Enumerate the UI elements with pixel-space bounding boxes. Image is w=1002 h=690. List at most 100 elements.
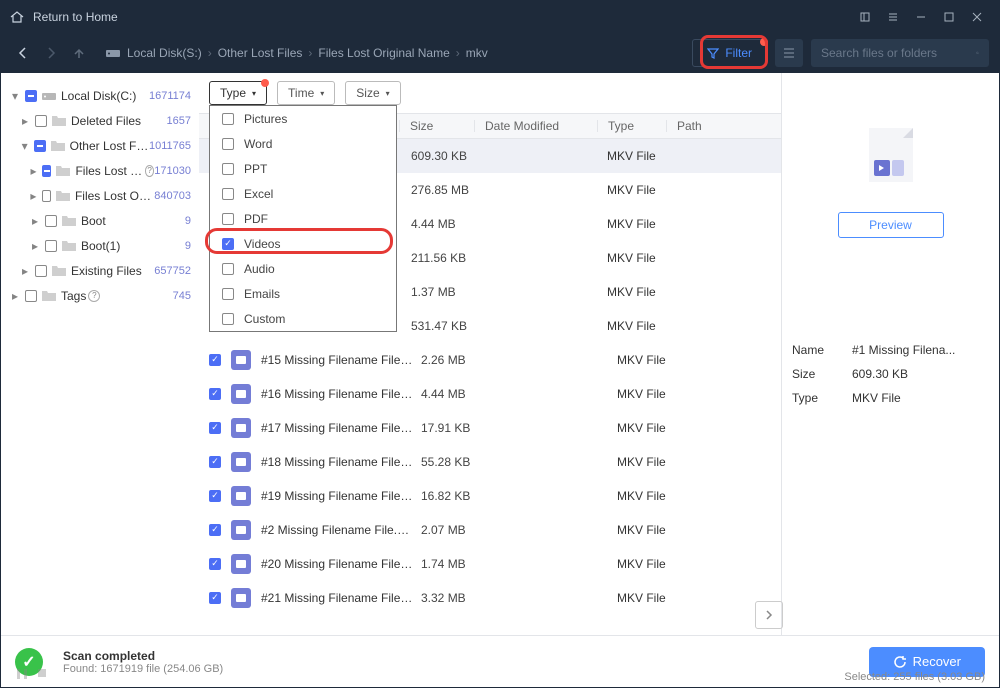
video-file-icon <box>231 350 251 370</box>
type-checkbox[interactable] <box>222 213 234 225</box>
file-checkbox[interactable] <box>209 524 221 536</box>
tree-item[interactable]: ▸Files Lost Original ...840703 <box>5 183 195 208</box>
file-row[interactable]: #2 Missing Filename File.mkv2.07 MBMKV F… <box>199 513 781 547</box>
tree-chevron[interactable]: ▸ <box>29 164 38 178</box>
nav-back-button[interactable] <box>11 41 35 65</box>
tree-chevron[interactable]: ▾ <box>9 89 21 103</box>
type-option[interactable]: Word <box>210 131 396 156</box>
file-checkbox[interactable] <box>209 422 221 434</box>
type-option[interactable]: Pictures <box>210 106 396 131</box>
filter-time-pill[interactable]: Time▾ <box>277 81 335 105</box>
nav-up-button[interactable] <box>67 41 91 65</box>
type-checkbox[interactable] <box>222 138 234 150</box>
filter-type-pill[interactable]: Type▾ <box>209 81 267 105</box>
type-checkbox[interactable] <box>222 238 234 250</box>
tree-chevron[interactable]: ▸ <box>29 214 41 228</box>
menu-icon[interactable] <box>879 3 907 31</box>
tree-checkbox[interactable] <box>25 90 37 102</box>
tree-item[interactable]: ▸Boot9 <box>5 208 195 233</box>
help-icon[interactable]: ? <box>145 165 154 177</box>
preview-button[interactable]: Preview <box>838 212 944 238</box>
minimize-button[interactable] <box>907 3 935 31</box>
tree-checkbox[interactable] <box>35 265 47 277</box>
file-size: 2.07 MB <box>413 523 487 537</box>
filter-size-pill[interactable]: Size▾ <box>345 81 400 105</box>
type-option[interactable]: Emails <box>210 281 396 306</box>
column-type[interactable]: Type <box>598 119 666 133</box>
tree-item[interactable]: ▸Deleted Files1657 <box>5 108 195 133</box>
type-option[interactable]: PDF <box>210 206 396 231</box>
tree-checkbox[interactable] <box>35 115 47 127</box>
search-box[interactable] <box>811 39 989 67</box>
type-option[interactable]: PPT <box>210 156 396 181</box>
tree-item[interactable]: ▸Boot(1)9 <box>5 233 195 258</box>
nav-forward-button[interactable] <box>39 41 63 65</box>
breadcrumb-item[interactable]: mkv <box>466 46 488 60</box>
tree-chevron[interactable]: ▸ <box>19 264 31 278</box>
tree-checkbox[interactable] <box>42 165 51 177</box>
pause-control[interactable] <box>17 669 46 683</box>
type-option[interactable]: Custom <box>210 306 396 331</box>
file-checkbox[interactable] <box>209 490 221 502</box>
file-row[interactable]: #20 Missing Filename File.mkv1.74 MBMKV … <box>199 547 781 581</box>
type-option[interactable]: Audio <box>210 256 396 281</box>
breadcrumb-item[interactable]: Files Lost Original Name <box>318 46 449 60</box>
file-checkbox[interactable] <box>209 558 221 570</box>
pin-icon[interactable] <box>851 3 879 31</box>
file-row[interactable]: #15 Missing Filename File.mkv2.26 MBMKV … <box>199 343 781 377</box>
tree-chevron[interactable]: ▸ <box>9 289 21 303</box>
type-checkbox[interactable] <box>222 263 234 275</box>
tree-checkbox[interactable] <box>34 140 45 152</box>
meta-size-val: 609.30 KB <box>852 367 989 381</box>
view-list-button[interactable] <box>775 39 803 67</box>
close-button[interactable] <box>963 3 991 31</box>
file-checkbox[interactable] <box>209 456 221 468</box>
return-home-link[interactable]: Return to Home <box>33 10 118 24</box>
preview-next-button[interactable] <box>755 601 783 629</box>
video-file-icon <box>231 588 251 608</box>
type-checkbox[interactable] <box>222 188 234 200</box>
tree-chevron[interactable]: ▸ <box>29 239 41 253</box>
tree-count: 9 <box>185 215 191 227</box>
file-checkbox[interactable] <box>209 592 221 604</box>
tree-chevron[interactable]: ▸ <box>19 114 31 128</box>
tree-item[interactable]: ▾Local Disk(C:)1671174 <box>5 83 195 108</box>
type-checkbox[interactable] <box>222 163 234 175</box>
type-option[interactable]: Videos <box>210 231 396 256</box>
tree-item[interactable]: ▸Files Lost Origi...?171030 <box>5 158 195 183</box>
tree-checkbox[interactable] <box>45 240 57 252</box>
file-checkbox[interactable] <box>209 354 221 366</box>
type-checkbox[interactable] <box>222 288 234 300</box>
breadcrumb-item[interactable]: Other Lost Files <box>218 46 303 60</box>
tree-chevron[interactable]: ▸ <box>29 189 38 203</box>
tree-chevron[interactable]: ▾ <box>19 139 30 153</box>
file-size: 211.56 KB <box>403 251 477 265</box>
type-option[interactable]: Excel <box>210 181 396 206</box>
column-size[interactable]: Size <box>400 119 474 133</box>
home-icon[interactable] <box>9 9 25 25</box>
file-row[interactable]: #21 Missing Filename File.mkv3.32 MBMKV … <box>199 581 781 615</box>
tree-checkbox[interactable] <box>25 290 37 302</box>
file-row[interactable]: #16 Missing Filename File.mkv4.44 MBMKV … <box>199 377 781 411</box>
maximize-button[interactable] <box>935 3 963 31</box>
file-size: 16.82 KB <box>413 489 487 503</box>
type-checkbox[interactable] <box>222 313 234 325</box>
search-input[interactable] <box>821 46 976 60</box>
tree-item[interactable]: ▸Existing Files657752 <box>5 258 195 283</box>
help-icon[interactable]: ? <box>88 290 100 302</box>
column-date[interactable]: Date Modified <box>475 119 597 133</box>
file-row[interactable]: #18 Missing Filename File.mkv55.28 KBMKV… <box>199 445 781 479</box>
tree-item[interactable]: ▾Other Lost Files1011765 <box>5 133 195 158</box>
filter-button[interactable]: Filter <box>692 39 767 67</box>
file-row[interactable]: #19 Missing Filename File.mkv16.82 KBMKV… <box>199 479 781 513</box>
column-path[interactable]: Path <box>667 119 781 133</box>
file-row[interactable]: #17 Missing Filename File.mkv17.91 KBMKV… <box>199 411 781 445</box>
type-checkbox[interactable] <box>222 113 234 125</box>
tree-checkbox[interactable] <box>42 190 51 202</box>
file-checkbox[interactable] <box>209 388 221 400</box>
file-size: 276.85 MB <box>403 183 477 197</box>
tree-checkbox[interactable] <box>45 215 57 227</box>
type-dropdown: PicturesWordPPTExcelPDFVideosAudioEmails… <box>209 105 397 332</box>
breadcrumb-item[interactable]: Local Disk(S:) <box>127 46 202 60</box>
tree-item[interactable]: ▸Tags?745 <box>5 283 195 308</box>
